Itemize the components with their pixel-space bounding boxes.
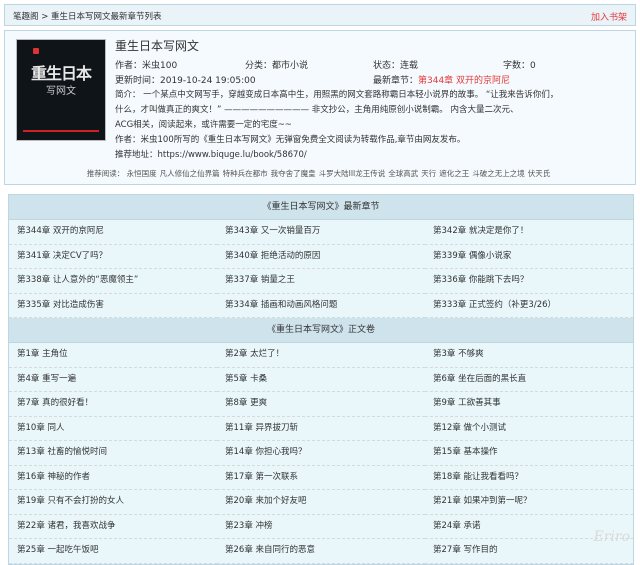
chapter-link[interactable]: 第338章 让人意外的“恶魔领主” [9,269,217,294]
word-count: 字数：0 [503,61,536,71]
recommend-link[interactable]: 斗罗大陆III龙王传说 [319,169,386,178]
chapter-link[interactable]: 第2章 太烂了！ [217,343,425,368]
main-chapters-grid: 第1章 主角位 第2章 太烂了！ 第3章 不够爽第4章 重写一遍 第5章 卡桑 第6章 … [9,343,633,564]
statement: 作者：米虫100所写的《重生日本写网文》无弹窗免费全文阅读为转载作品,章节由网友… [115,135,466,145]
chapter-link[interactable]: 第5章 卡桑 [217,368,425,392]
breadcrumb-bar: 笔趣阁 > 重生日本写网文最新章节列表 加入书架 [4,4,636,26]
cover-stripe [23,130,99,132]
chapter-link[interactable]: 第341章 决定CV了吗？ [9,245,217,269]
chapter-link[interactable]: 第16章 神秘的作者 [9,466,217,490]
update-time: 更新时间：2019-10-24 19:05:00 [115,76,256,86]
latest-chapters-grid: 第344章 双开的京阿尼 第343章 又一次销量百万 第342章 就决定是你了！ 第3… [9,220,633,318]
intro-line: ACG相关，阅读起来，或许需要一定的宅度~~ [115,120,292,130]
chapter-link[interactable]: 第343章 又一次销量百万 [217,220,425,245]
chapter-link[interactable]: 第25章 一起吃午饭吧 [9,539,217,564]
recommend-link[interactable]: 我夺舍了魔皇 [271,169,316,178]
chapter-link[interactable]: 第340章 拒绝活动的原因 [217,245,425,269]
recommend-label: 推荐阅读： [86,169,125,178]
book-intro: 简介： 一个某点中文网写手，穿越变成日本高中生，用照黑的网文套路称霸日本轻小说界… [115,88,625,163]
chapter-list-panel: 《重生日本写网文》最新章节 第344章 双开的京阿尼 第343章 又一次销量百万第… [8,194,634,565]
chapter-link[interactable]: 第334章 插画和动画风格问题 [217,294,425,318]
intro-line: 简介： 一个某点中文网写手，穿越变成日本高中生，用照黑的网文套路称霸日本轻小说界… [115,90,559,100]
recommend-link[interactable]: 特种兵在都市 [223,169,268,178]
latest-chapter-link[interactable]: 第344章 双开的京阿尼 [418,73,510,86]
chapter-link[interactable]: 第11章 异界拔刀斩 [217,417,425,441]
breadcrumb[interactable]: 笔趣阁 > 重生日本写网文最新章节列表 [13,10,162,22]
chapter-link[interactable]: 第12章 做个小测试 [425,417,633,441]
chapter-link[interactable]: 第21章 如果冲到第一呢？ [425,490,633,515]
recommend-link[interactable]: 凡人修仙之仙界篇 [160,169,220,178]
chapter-link[interactable]: 第333章 正式签约（补更3/26） [425,294,633,318]
recommend-link[interactable]: 永恒国度 [127,169,157,178]
chapter-link[interactable]: 第7章 真的很好看！ [9,392,217,417]
chapter-link[interactable]: 第337章 销量之王 [217,269,425,294]
meta-row-1: 作者：米虫100 分类：都市小说 状态：连载 字数：0 [115,58,629,73]
chapter-link[interactable]: 第15章 基本操作 [425,441,633,466]
intro-line: 什么，才叫做真正的爽文！” —————————— 非文抄公，主角用纯原创小说制霸… [115,105,519,115]
cover-title: 重生日本 [30,64,92,83]
chapter-link[interactable]: 第342章 就决定是你了！ [425,220,633,245]
chapter-link[interactable]: 第344章 双开的京阿尼 [9,220,217,245]
chapter-link[interactable]: 第14章 你担心我吗？ [217,441,425,466]
chapter-link[interactable]: 第13章 社畜的愉悦时间 [9,441,217,466]
book-meta: 重生日本写网文 作者：米虫100 分类：都市小说 状态：连载 字数：0 更新时间… [115,37,629,163]
cover-subtitle: 写网文 [46,86,76,97]
recommend-link[interactable]: 遮化之王 [439,169,469,178]
category: 分类：都市小说 [245,61,309,71]
chapter-link[interactable]: 第339章 偶像小说家 [425,245,633,269]
book-address[interactable]: 推荐地址：https://www.biquge.lu/book/58670/ [115,148,625,163]
recommend-link[interactable]: 伏天氏 [528,169,551,178]
book-cover[interactable]: 重生日本 写网文 [16,39,106,141]
recommend-link[interactable]: 全球高武 [388,169,418,178]
chapter-link[interactable]: 第20章 来加个好友吧 [217,490,425,515]
recommend-link[interactable]: 斗破之无上之境 [472,169,525,178]
chapter-link[interactable]: 第8章 更爽 [217,392,425,417]
chapter-link[interactable]: 第1章 主角位 [9,343,217,368]
chapter-link[interactable]: 第22章 诸君，我喜欢战争 [9,515,217,539]
author: 作者：米虫100 [115,61,178,71]
chapter-link[interactable]: 第10章 同人 [9,417,217,441]
status: 状态：连载 [373,61,419,71]
chapter-link[interactable]: 第3章 不够爽 [425,343,633,368]
latest-chapter-label: 最新章节： [373,76,419,86]
chapter-link[interactable]: 第6章 坐在后面的黑长直 [425,368,633,392]
watermark: Eriro [593,529,630,545]
chapter-link[interactable]: 第26章 来自同行的恶意 [217,539,425,564]
recommend-list: 永恒国度 凡人修仙之仙界篇 特种兵在都市 我夺舍了魔皇 斗罗大陆III龙王传说 全球高武天… [127,169,554,178]
chapter-link[interactable]: 第23章 冲榜 [217,515,425,539]
book-info-panel: 重生日本 写网文 重生日本写网文 作者：米虫100 分类：都市小说 状态：连载 … [4,30,636,185]
book-title: 重生日本写网文 [115,39,200,53]
chapter-link[interactable]: 第335章 对比造成伤害 [9,294,217,318]
main-volume-header: 《重生日本写网文》正文卷 [9,318,633,343]
chapter-link[interactable]: 第19章 只有不会打扮的女人 [9,490,217,515]
chapter-link[interactable]: 第18章 能让我看看吗？ [425,466,633,490]
chapter-link[interactable]: 第9章 工欲善其事 [425,392,633,417]
chapter-link[interactable]: 第336章 你能跳下去吗？ [425,269,633,294]
meta-row-2: 更新时间：2019-10-24 19:05:00 最新章节： 第344章 双开的… [115,73,629,88]
cover-badge [33,48,39,54]
chapter-link[interactable]: 第4章 重写一遍 [9,368,217,392]
chapter-link[interactable]: 第17章 第一次联系 [217,466,425,490]
add-to-shelf-link[interactable]: 加入书架 [591,10,627,23]
recommend-row: 推荐阅读： 永恒国度 凡人修仙之仙界篇 特种兵在都市 我夺舍了魔皇 斗罗大陆III龙王传… [5,168,635,179]
recommend-link[interactable]: 天行 [421,169,436,178]
latest-chapters-header: 《重生日本写网文》最新章节 [9,195,633,220]
